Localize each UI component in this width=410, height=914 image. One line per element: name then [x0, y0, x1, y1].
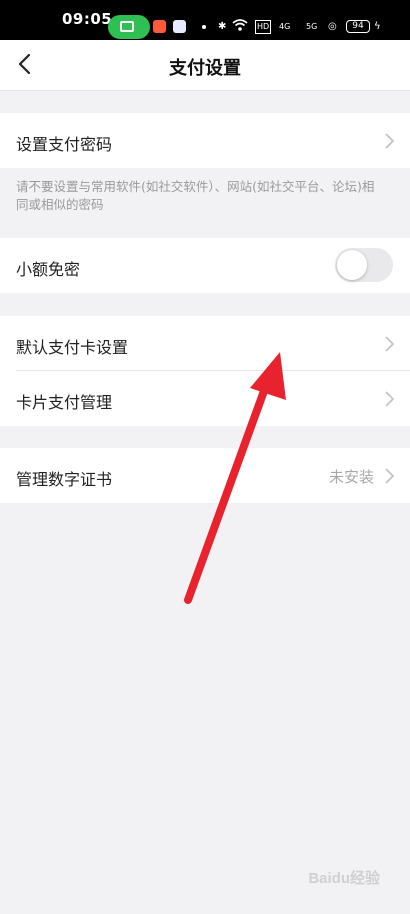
cast-icon — [120, 21, 134, 32]
card-payment-manage-row[interactable]: 卡片支付管理 — [0, 371, 410, 426]
notification-dot — [202, 25, 206, 29]
password-hint: 请不要设置与常用软件(如社交软件）、网站(如社交平台、论坛)相同或相似的密码 — [16, 179, 375, 212]
default-card-row[interactable]: 默认支付卡设置 — [0, 316, 410, 371]
digital-certificate-label: 管理数字证书 — [16, 470, 113, 489]
nav-header: 支付设置 — [0, 40, 410, 90]
chevron-right-icon — [385, 468, 395, 484]
status-time: 09:05 — [62, 10, 113, 28]
small-amount-free-label: 小额免密 — [16, 260, 81, 279]
small-amount-free-toggle[interactable] — [335, 248, 393, 282]
screen-cast-pill[interactable] — [108, 15, 150, 39]
status-bar: 09:05 ✱ HD 4G 5G ◎ 94 ϟ — [0, 0, 410, 40]
digital-certificate-row[interactable]: 管理数字证书 未安装 — [0, 448, 410, 503]
chevron-right-icon — [385, 336, 395, 352]
set-password-row[interactable]: 设置支付密码 — [0, 113, 410, 168]
chevron-right-icon — [385, 391, 395, 407]
set-password-label: 设置支付密码 — [16, 135, 113, 154]
toggle-knob — [337, 250, 367, 280]
notification-app-icon — [173, 20, 186, 33]
charging-icon: ϟ — [374, 21, 381, 32]
signal-icon: 4G — [279, 22, 291, 31]
watermark: Baidu经验 — [308, 870, 380, 887]
hd-icon: HD — [255, 20, 272, 34]
default-card-label: 默认支付卡设置 — [16, 338, 129, 357]
bluetooth-icon: ✱ — [218, 21, 227, 32]
page-title: 支付设置 — [169, 58, 241, 79]
chevron-right-icon — [385, 133, 395, 149]
notification-app-icon — [153, 20, 166, 33]
card-payment-manage-label: 卡片支付管理 — [16, 393, 113, 412]
battery-icon: 94 — [346, 20, 370, 33]
signal-icon: 5G — [306, 22, 318, 31]
certificate-status: 未安装 — [328, 468, 374, 486]
shield-icon: ◎ — [328, 21, 337, 32]
wifi-icon — [232, 18, 248, 36]
divider — [0, 90, 410, 91]
